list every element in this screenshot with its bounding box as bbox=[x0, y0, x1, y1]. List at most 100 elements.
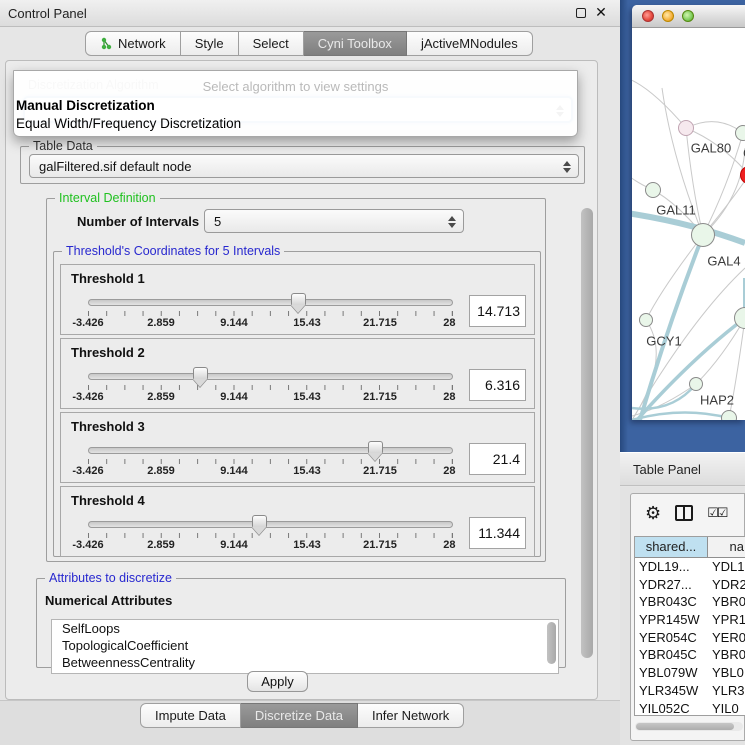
table-header-row: shared... na bbox=[635, 537, 745, 558]
tab-discretize-data[interactable]: Discretize Data bbox=[241, 703, 358, 728]
list-item[interactable]: TopologicalCoefficient bbox=[52, 637, 558, 654]
table-toolbar: ⚙ ☑☑ bbox=[631, 494, 744, 532]
threshold-panel-1: Threshold 1 -3.426 2.859 9.144 15.43 21.… bbox=[60, 264, 535, 335]
network-node[interactable] bbox=[689, 377, 703, 391]
threshold-value-field[interactable]: 14.713 bbox=[469, 295, 526, 327]
tab-select[interactable]: Select bbox=[239, 31, 304, 56]
tab-label: Style bbox=[195, 32, 224, 56]
slider-track[interactable] bbox=[88, 299, 453, 306]
list-item[interactable]: SelfLoops bbox=[52, 620, 558, 637]
tab-style[interactable]: Style bbox=[181, 31, 239, 56]
threshold-slider[interactable]: -3.426 2.859 9.144 15.43 21.715 28 bbox=[88, 517, 453, 553]
threshold-value-field[interactable]: 11.344 bbox=[469, 517, 526, 549]
column-header-name[interactable]: na bbox=[708, 537, 745, 557]
tab-label: Impute Data bbox=[155, 704, 226, 728]
slider-track[interactable] bbox=[88, 521, 453, 528]
network-node[interactable] bbox=[639, 313, 653, 327]
list-item[interactable]: BetweennessCentrality bbox=[52, 654, 558, 671]
combo-arrows-icon bbox=[446, 214, 457, 230]
tab-label: Cyni Toolbox bbox=[318, 32, 392, 56]
tab-impute-data[interactable]: Impute Data bbox=[140, 703, 241, 728]
table-horizontal-scrollbar[interactable] bbox=[635, 722, 743, 731]
network-node[interactable] bbox=[678, 120, 694, 136]
slider-track[interactable] bbox=[88, 447, 453, 454]
threshold-label: Threshold 3 bbox=[71, 419, 145, 434]
node-attribute-table[interactable]: shared... na YDL19...YDL1 YDR27...YDR2 Y… bbox=[634, 536, 745, 716]
table-row[interactable]: YDR27...YDR2 bbox=[635, 576, 745, 594]
interval-definition-group: Interval Definition Number of Intervals … bbox=[46, 198, 546, 562]
network-window-titlebar[interactable] bbox=[632, 5, 745, 28]
network-node-label: GCY1 bbox=[646, 334, 681, 349]
threshold-label: Threshold 4 bbox=[71, 493, 145, 508]
list-scrollbar-thumb[interactable] bbox=[547, 622, 556, 664]
slider-tick-labels: -3.426 2.859 9.144 15.43 21.715 28 bbox=[88, 465, 453, 477]
table-row[interactable]: YPR145WYPR1 bbox=[635, 611, 745, 629]
tab-network[interactable]: Network bbox=[85, 31, 181, 56]
network-view-window[interactable]: GAL80GCGAL11GAL4GCY1HHAP2 bbox=[632, 5, 745, 420]
bottom-tab-bar: Impute Data Discretize Data Infer Networ… bbox=[140, 703, 464, 728]
threshold-slider[interactable]: -3.426 2.859 9.144 15.43 21.715 28 bbox=[88, 369, 453, 405]
table-row[interactable]: YLR345WYLR3 bbox=[635, 682, 745, 700]
slider-thumb[interactable] bbox=[291, 293, 306, 305]
threshold-panel-4: Threshold 4 -3.426 2.859 9.144 15.43 21.… bbox=[60, 486, 535, 557]
intervals-combo-value: 5 bbox=[214, 214, 221, 229]
number-of-intervals-combobox[interactable]: 5 bbox=[204, 209, 464, 233]
table-row[interactable]: YDL19...YDL1 bbox=[635, 558, 745, 576]
slider-ticks bbox=[88, 459, 453, 464]
column-header-shared-name[interactable]: shared... bbox=[635, 537, 708, 557]
column-selector-icon[interactable] bbox=[675, 505, 693, 521]
network-node[interactable] bbox=[735, 125, 745, 141]
table-row[interactable]: YBL079WYBL0 bbox=[635, 664, 745, 682]
threshold-slider[interactable]: -3.426 2.859 9.144 15.43 21.715 28 bbox=[88, 443, 453, 479]
apply-button[interactable]: Apply bbox=[247, 671, 308, 692]
float-window-icon[interactable] bbox=[576, 8, 586, 18]
close-traffic-light-icon[interactable] bbox=[642, 10, 654, 22]
network-view[interactable]: GAL80GCGAL11GAL4GCY1HHAP2 bbox=[632, 28, 745, 420]
threshold-slider[interactable]: -3.426 2.859 9.144 15.43 21.715 28 bbox=[88, 295, 453, 331]
tab-label: Network bbox=[118, 32, 166, 56]
table-data-combo-value: galFiltered.sif default node bbox=[39, 159, 191, 174]
algorithm-option-equal-width[interactable]: Equal Width/Frequency Discretization bbox=[16, 116, 573, 131]
algorithm-option-manual[interactable]: Manual Discretization bbox=[16, 98, 573, 113]
table-row[interactable]: YER054CYER0 bbox=[635, 629, 745, 647]
slider-thumb[interactable] bbox=[193, 367, 208, 379]
table-data-combobox[interactable]: galFiltered.sif default node bbox=[29, 154, 579, 178]
tab-cyni-toolbox[interactable]: Cyni Toolbox bbox=[304, 31, 407, 56]
control-panel-titlebar: Control Panel ✕ bbox=[0, 0, 620, 27]
zoom-traffic-light-icon[interactable] bbox=[682, 10, 694, 22]
network-node[interactable] bbox=[721, 410, 737, 420]
settings-scrollbar-thumb[interactable] bbox=[581, 208, 593, 658]
table-row[interactable]: YBR043CYBR0 bbox=[635, 593, 745, 611]
scrollbar-thumb[interactable] bbox=[636, 723, 734, 730]
threshold-panel-3: Threshold 3 -3.426 2.859 9.144 15.43 21.… bbox=[60, 412, 535, 483]
table-panel-title: Table Panel bbox=[633, 462, 701, 477]
threshold-value-field[interactable]: 21.4 bbox=[469, 443, 526, 475]
slider-tick-labels: -3.426 2.859 9.144 15.43 21.715 28 bbox=[88, 317, 453, 329]
threshold-label: Threshold 2 bbox=[71, 345, 145, 360]
numerical-attributes-list[interactable]: SelfLoops TopologicalCoefficient Between… bbox=[51, 619, 559, 674]
select-columns-checkbox-icons[interactable]: ☑☑ bbox=[707, 505, 726, 521]
slider-track[interactable] bbox=[88, 373, 453, 380]
minimize-traffic-light-icon[interactable] bbox=[662, 10, 674, 22]
threshold-value-field[interactable]: 6.316 bbox=[469, 369, 526, 401]
network-node[interactable] bbox=[691, 223, 715, 247]
table-settings-gear-icon[interactable]: ⚙ bbox=[645, 503, 661, 524]
close-icon[interactable]: ✕ bbox=[594, 5, 608, 19]
tab-jactivemnodules[interactable]: jActiveMNodules bbox=[407, 31, 533, 56]
tab-infer-network[interactable]: Infer Network bbox=[358, 703, 464, 728]
table-panel-titlebar[interactable]: Table Panel bbox=[620, 452, 745, 486]
tab-label: Discretize Data bbox=[255, 704, 343, 728]
tab-label: jActiveMNodules bbox=[421, 32, 518, 56]
slider-ticks bbox=[88, 311, 453, 316]
slider-tick-labels: -3.426 2.859 9.144 15.43 21.715 28 bbox=[88, 391, 453, 403]
network-node-label: GAL11 bbox=[656, 203, 696, 218]
slider-ticks bbox=[88, 385, 453, 390]
network-node-label: HAP2 bbox=[700, 393, 734, 408]
slider-thumb[interactable] bbox=[252, 515, 267, 527]
slider-tick-labels: -3.426 2.859 9.144 15.43 21.715 28 bbox=[88, 539, 453, 551]
algorithm-placeholder-item[interactable]: Select algorithm to view settings bbox=[14, 79, 577, 94]
table-row[interactable]: YIL052CYIL0 bbox=[635, 700, 745, 717]
slider-thumb[interactable] bbox=[368, 441, 383, 453]
table-row[interactable]: YBR045CYBR0 bbox=[635, 646, 745, 664]
network-node[interactable] bbox=[645, 182, 661, 198]
